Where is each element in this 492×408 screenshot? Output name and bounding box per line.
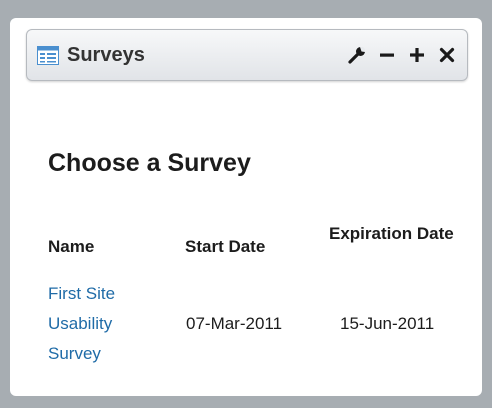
- column-header-name: Name: [48, 237, 95, 256]
- list-window-icon: [37, 46, 59, 65]
- survey-expiration-date: 15-Jun-2011: [340, 314, 435, 333]
- choose-survey-heading: Choose a Survey: [48, 149, 251, 177]
- wrench-icon[interactable]: [345, 43, 369, 67]
- column-header-start-date: Start Date: [185, 237, 266, 256]
- close-icon[interactable]: [435, 43, 459, 67]
- portlet-title: Surveys: [67, 44, 145, 66]
- survey-start-date: 07-Mar-2011: [186, 314, 283, 333]
- column-header-expiration-date: Expiration Date: [329, 224, 454, 243]
- minus-icon[interactable]: [375, 43, 399, 67]
- portlet-titlebar[interactable]: Surveys: [26, 29, 468, 81]
- surveys-portlet: Surveys Choose a Survey Name Start Date …: [10, 18, 482, 396]
- survey-link[interactable]: First Site Usability Survey: [48, 279, 168, 369]
- plus-icon[interactable]: [405, 43, 429, 67]
